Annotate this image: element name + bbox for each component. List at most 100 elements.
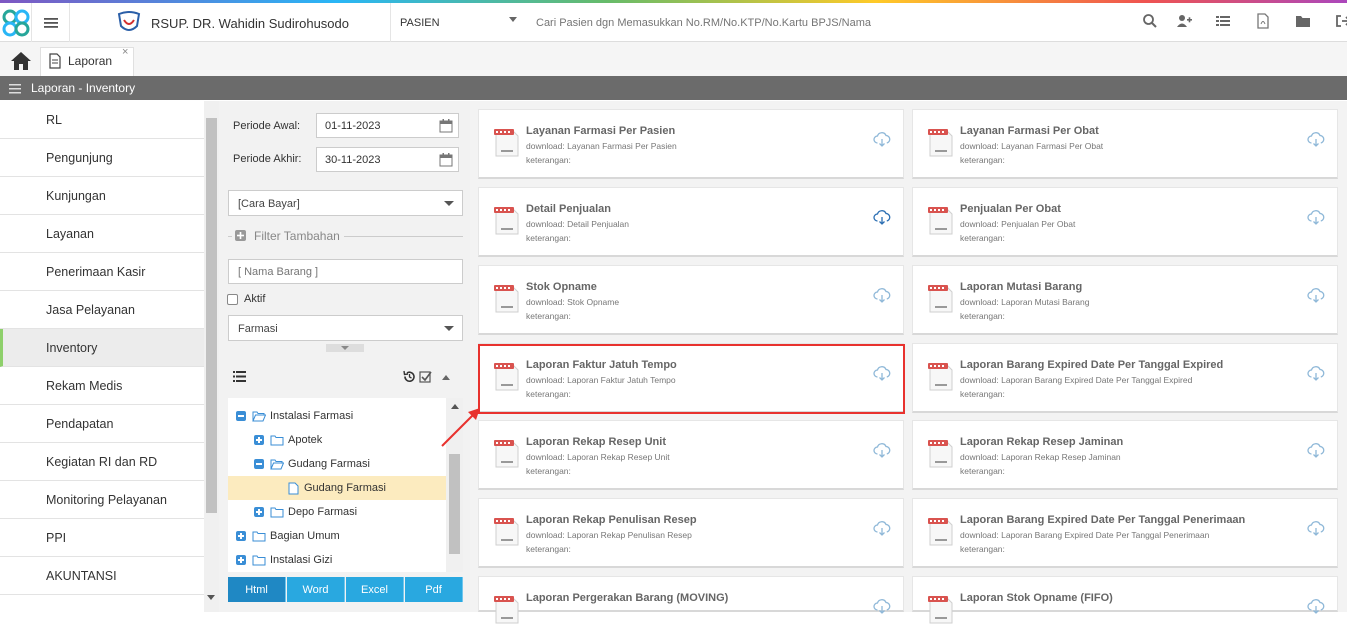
report-title[interactable]: Laporan Mutasi Barang — [960, 281, 1082, 293]
scroll-down-icon[interactable] — [206, 592, 217, 602]
sidebar-item-pendapatan[interactable]: Pendapatan — [0, 405, 204, 443]
report-card[interactable]: Laporan Barang Expired Date Per Tanggal … — [912, 343, 1338, 413]
report-card[interactable]: Layanan Farmasi Per Obat download: Layana… — [912, 109, 1338, 179]
cloud-download-icon[interactable] — [873, 599, 891, 615]
report-card[interactable]: Penjualan Per Obat download: Penjualan Pe… — [912, 187, 1338, 257]
report-card[interactable]: Laporan Pergerakan Barang (MOVING) — [478, 576, 904, 624]
periode-akhir-input[interactable] — [316, 147, 459, 172]
report-card[interactable]: Laporan Barang Expired Date Per Tanggal … — [912, 498, 1338, 568]
nama-barang-input[interactable] — [228, 259, 463, 284]
history-icon[interactable] — [403, 370, 416, 383]
calendar-icon[interactable] — [439, 153, 453, 167]
cloud-download-icon[interactable] — [873, 521, 891, 537]
menu-toggle-button[interactable] — [32, 3, 70, 42]
tree-node-selected[interactable]: Gudang Farmasi — [228, 476, 446, 500]
cloud-download-icon[interactable] — [873, 443, 891, 459]
search-category-select[interactable]: PASIEN — [400, 17, 440, 29]
cara-bayar-select[interactable]: [Cara Bayar] — [228, 190, 463, 216]
cloud-download-icon[interactable] — [1307, 366, 1325, 382]
home-icon[interactable] — [8, 50, 34, 72]
tree-node[interactable]: Instalasi Gizi — [228, 548, 446, 572]
tree-node[interactable]: Apotek — [228, 428, 446, 452]
search-icon[interactable] — [1142, 13, 1158, 29]
list-icon[interactable] — [1215, 13, 1231, 29]
plus-icon[interactable] — [235, 230, 246, 241]
report-card[interactable]: Laporan Rekap Resep Unit download: Lapora… — [478, 420, 904, 490]
report-card[interactable]: Laporan Rekap Resep Jaminan download: Lap… — [912, 420, 1338, 490]
report-title[interactable]: Laporan Rekap Resep Unit — [526, 436, 666, 448]
report-title[interactable]: Layanan Farmasi Per Obat — [960, 125, 1099, 137]
pdf-icon[interactable] — [1255, 13, 1271, 29]
list-icon[interactable] — [233, 371, 246, 382]
folder-icon[interactable] — [1295, 13, 1311, 29]
cloud-download-icon[interactable] — [1307, 132, 1325, 148]
logout-icon[interactable] — [1335, 13, 1347, 29]
calendar-icon[interactable] — [439, 119, 453, 133]
collapse-icon[interactable] — [236, 411, 246, 421]
expand-icon[interactable] — [236, 555, 246, 565]
add-user-icon[interactable] — [1176, 13, 1192, 29]
chevron-down-icon[interactable] — [341, 346, 349, 350]
cloud-download-icon[interactable] — [1307, 210, 1325, 226]
sidebar-scroll-thumb[interactable] — [206, 118, 217, 513]
tree-scroll-thumb[interactable] — [449, 454, 460, 554]
cloud-download-icon[interactable] — [1307, 599, 1325, 615]
export-excel-button[interactable]: Excel — [346, 577, 404, 602]
cloud-download-icon[interactable] — [873, 288, 891, 304]
cloud-download-icon[interactable] — [873, 210, 891, 226]
sidebar-item-pengunjung[interactable]: Pengunjung — [0, 139, 204, 177]
report-title[interactable]: Laporan Barang Expired Date Per Tanggal … — [960, 359, 1223, 371]
export-html-button[interactable]: Html — [228, 577, 286, 602]
export-word-button[interactable]: Word — [287, 577, 345, 602]
sidebar-item-inventory[interactable]: Inventory — [0, 329, 204, 367]
tree-node[interactable]: Depo Farmasi — [228, 500, 446, 524]
sidebar-item-layanan[interactable]: Layanan — [0, 215, 204, 253]
collapse-icon[interactable] — [254, 459, 264, 469]
cloud-download-icon[interactable] — [873, 132, 891, 148]
patient-search-input[interactable] — [528, 10, 1048, 36]
checklist-icon[interactable] — [419, 370, 432, 383]
sidebar-item-ppi[interactable]: PPI — [0, 519, 204, 557]
report-title[interactable]: Laporan Pergerakan Barang (MOVING) — [526, 592, 728, 604]
app-logo[interactable] — [0, 3, 32, 42]
report-card[interactable]: Detail Penjualan download: Detail Penjual… — [478, 187, 904, 257]
sidebar-item-akuntansi[interactable]: AKUNTANSI — [0, 557, 204, 595]
periode-awal-input[interactable] — [316, 113, 459, 138]
sidebar-item-monitoring-pelayanan[interactable]: Monitoring Pelayanan — [0, 481, 204, 519]
cloud-download-icon[interactable] — [1307, 521, 1325, 537]
expand-icon[interactable] — [254, 507, 264, 517]
report-card[interactable]: Laporan Mutasi Barang download: Laporan M… — [912, 265, 1338, 335]
aktif-checkbox[interactable] — [227, 294, 238, 305]
cloud-download-icon[interactable] — [1307, 288, 1325, 304]
tree-node[interactable]: Gudang Farmasi — [228, 452, 446, 476]
report-title[interactable]: Stok Opname — [526, 281, 597, 293]
expand-icon[interactable] — [254, 435, 264, 445]
sidebar-item-kunjungan[interactable]: Kunjungan — [0, 177, 204, 215]
sidebar-item-kegiatan-ri-rd[interactable]: Kegiatan RI dan RD — [0, 443, 204, 481]
report-title[interactable]: Laporan Rekap Resep Jaminan — [960, 436, 1123, 448]
export-pdf-button[interactable]: Pdf — [405, 577, 463, 602]
cloud-download-icon[interactable] — [1307, 443, 1325, 459]
chevron-down-icon[interactable] — [444, 326, 454, 331]
report-title[interactable]: Laporan Rekap Penulisan Resep — [526, 514, 697, 526]
depo-select[interactable]: Farmasi — [228, 315, 463, 341]
tree-node[interactable]: Instalasi Farmasi — [228, 404, 446, 428]
report-title[interactable]: Layanan Farmasi Per Pasien — [526, 125, 675, 137]
chevron-up-icon[interactable] — [442, 375, 450, 380]
report-card[interactable]: Laporan Stok Opname (FIFO) — [912, 576, 1338, 624]
report-card[interactable]: Layanan Farmasi Per Pasien download: Laya… — [478, 109, 904, 179]
sidebar-item-jasa-pelayanan[interactable]: Jasa Pelayanan — [0, 291, 204, 329]
report-title[interactable]: Laporan Stok Opname (FIFO) — [960, 592, 1113, 604]
close-icon[interactable]: × — [122, 46, 128, 58]
chevron-down-icon[interactable] — [509, 17, 517, 22]
sidebar-item-rekam-medis[interactable]: Rekam Medis — [0, 367, 204, 405]
report-card[interactable]: Laporan Rekap Penulisan Resep download: L… — [478, 498, 904, 568]
report-title[interactable]: Detail Penjualan — [526, 203, 611, 215]
sidebar-item-penerimaan-kasir[interactable]: Penerimaan Kasir — [0, 253, 204, 291]
report-title[interactable]: Penjualan Per Obat — [960, 203, 1061, 215]
sidebar-item-rl[interactable]: RL — [0, 101, 204, 139]
report-title[interactable]: Laporan Barang Expired Date Per Tanggal … — [960, 514, 1245, 526]
menu-icon[interactable] — [9, 84, 21, 94]
report-card[interactable]: Stok Opname download: Stok Opname keterang… — [478, 265, 904, 335]
tree-node[interactable]: Bagian Umum — [228, 524, 446, 548]
